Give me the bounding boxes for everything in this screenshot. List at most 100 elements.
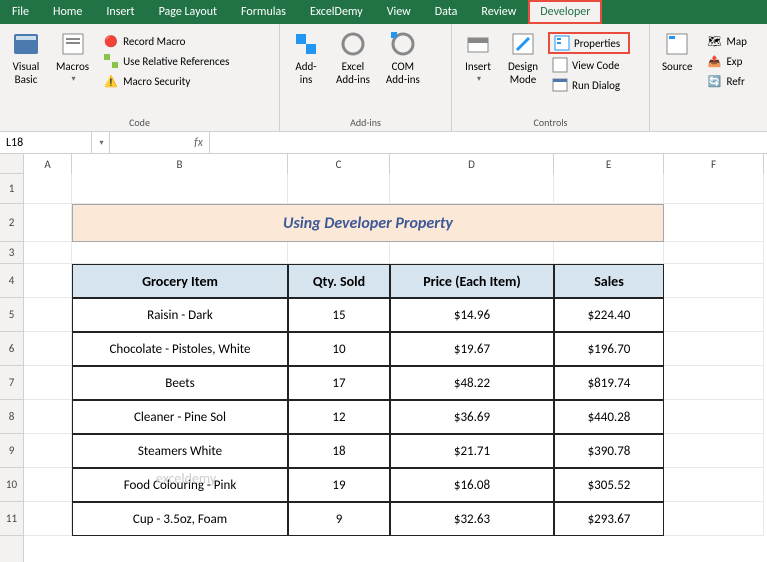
data-cell[interactable]: 9 <box>288 502 390 536</box>
data-cell[interactable]: $305.52 <box>554 468 664 502</box>
addins-icon <box>292 30 320 58</box>
sheet-area: 1 2 3 4 5 6 7 8 9 10 11 Using Developer … <box>0 174 767 562</box>
addins-button[interactable]: Add- ins <box>286 28 326 88</box>
table-header[interactable]: Sales <box>554 264 664 298</box>
data-cell[interactable]: $14.96 <box>390 298 554 332</box>
sheet-title[interactable]: Using Developer Property <box>72 204 664 242</box>
data-cell[interactable]: Steamers White <box>72 434 288 468</box>
data-cell[interactable]: $390.78 <box>554 434 664 468</box>
data-cell[interactable]: Food Colouring - Pink <box>72 468 288 502</box>
map-button[interactable]: 🗺Map <box>702 32 750 50</box>
data-cell[interactable]: $440.28 <box>554 400 664 434</box>
visual-basic-button[interactable]: Visual Basic <box>6 28 46 88</box>
data-cell[interactable]: 18 <box>288 434 390 468</box>
data-cell[interactable]: $19.67 <box>390 332 554 366</box>
expansion-icon: 📤 <box>706 53 722 69</box>
data-cell[interactable]: 17 <box>288 366 390 400</box>
col-header-e[interactable]: E <box>554 154 664 174</box>
controls-group-label: Controls <box>458 114 643 129</box>
row-header-6[interactable]: 6 <box>0 332 23 366</box>
row-header-11[interactable]: 11 <box>0 502 23 536</box>
macros-icon <box>59 30 87 58</box>
col-header-c[interactable]: C <box>288 154 390 174</box>
data-cell[interactable]: $819.74 <box>554 366 664 400</box>
menu-insert[interactable]: Insert <box>94 0 146 24</box>
data-cell[interactable]: 15 <box>288 298 390 332</box>
row-header-10[interactable]: 10 <box>0 468 23 502</box>
view-code-button[interactable]: View Code <box>548 56 630 74</box>
insert-icon <box>464 30 492 58</box>
source-button[interactable]: Source <box>656 28 698 75</box>
row-header-9[interactable]: 9 <box>0 434 23 468</box>
data-cell[interactable]: $48.22 <box>390 366 554 400</box>
table-header[interactable]: Grocery Item <box>72 264 288 298</box>
data-cell[interactable]: 12 <box>288 400 390 434</box>
properties-button[interactable]: Properties <box>548 32 630 54</box>
data-cell[interactable]: Cleaner - Pine Sol <box>72 400 288 434</box>
col-header-b[interactable]: B <box>72 154 288 174</box>
table-header[interactable]: Qty. Sold <box>288 264 390 298</box>
data-cell[interactable]: Cup - 3.5oz, Foam <box>72 502 288 536</box>
col-header-a[interactable]: A <box>24 154 72 174</box>
run-dialog-icon <box>552 77 568 93</box>
row-header-7[interactable]: 7 <box>0 366 23 400</box>
fx-label[interactable]: fx <box>110 132 210 153</box>
row-header-5[interactable]: 5 <box>0 298 23 332</box>
row-header-3[interactable]: 3 <box>0 242 23 264</box>
macros-button[interactable]: Macros ▾ <box>50 28 95 87</box>
source-icon <box>663 30 691 58</box>
row-header-1[interactable]: 1 <box>0 174 23 204</box>
data-cell[interactable]: $16.08 <box>390 468 554 502</box>
name-box[interactable]: L18 <box>0 132 92 153</box>
view-code-icon <box>552 57 568 73</box>
map-icon: 🗺 <box>706 33 722 49</box>
expansion-button[interactable]: 📤Exp <box>702 52 750 70</box>
menu-home[interactable]: Home <box>41 0 94 24</box>
data-cell[interactable]: Chocolate - Pistoles, White <box>72 332 288 366</box>
data-cell[interactable]: 19 <box>288 468 390 502</box>
ribbon-group-controls: Insert ▾ Design Mode Properties View Cod… <box>452 24 650 131</box>
row-header-2[interactable]: 2 <box>0 204 23 242</box>
data-cell[interactable]: $224.40 <box>554 298 664 332</box>
table-header[interactable]: Price (Each Item) <box>390 264 554 298</box>
menu-page-layout[interactable]: Page Layout <box>147 0 229 24</box>
ribbon-group-xml: Source 🗺Map 📤Exp 🔄Refr <box>650 24 765 131</box>
row-header-4[interactable]: 4 <box>0 264 23 298</box>
insert-button[interactable]: Insert ▾ <box>458 28 498 87</box>
macro-security-button[interactable]: ⚠️Macro Security <box>99 72 233 90</box>
menu-view[interactable]: View <box>375 0 423 24</box>
security-icon: ⚠️ <box>103 73 119 89</box>
menu-exceldemy[interactable]: ExcelDemy <box>298 0 375 24</box>
grid[interactable]: Using Developer Property Grocery Item Qt… <box>24 174 767 562</box>
menu-file[interactable]: File <box>0 0 41 24</box>
menu-review[interactable]: Review <box>469 0 528 24</box>
col-header-d[interactable]: D <box>390 154 554 174</box>
row-header-8[interactable]: 8 <box>0 400 23 434</box>
record-macro-button[interactable]: 🔴Record Macro <box>99 32 233 50</box>
com-addins-button[interactable]: COM Add-ins <box>380 28 426 88</box>
formula-input[interactable] <box>210 132 767 153</box>
data-cell[interactable]: $21.71 <box>390 434 554 468</box>
menu-formulas[interactable]: Formulas <box>229 0 298 24</box>
row-headers: 1 2 3 4 5 6 7 8 9 10 11 <box>0 174 24 562</box>
run-dialog-button[interactable]: Run Dialog <box>548 76 630 94</box>
refresh-icon: 🔄 <box>706 73 722 89</box>
data-cell[interactable]: 10 <box>288 332 390 366</box>
data-cell[interactable]: Raisin - Dark <box>72 298 288 332</box>
refresh-button[interactable]: 🔄Refr <box>702 72 750 90</box>
data-cell[interactable]: $36.69 <box>390 400 554 434</box>
select-all-corner[interactable] <box>0 154 24 174</box>
col-header-f[interactable]: F <box>664 154 764 174</box>
use-relative-button[interactable]: Use Relative References <box>99 52 233 70</box>
dropdown-icon: ▾ <box>72 75 76 85</box>
data-cell[interactable]: $32.63 <box>390 502 554 536</box>
menu-data[interactable]: Data <box>423 0 470 24</box>
data-cell[interactable]: $293.67 <box>554 502 664 536</box>
data-cell[interactable]: $196.70 <box>554 332 664 366</box>
design-mode-button[interactable]: Design Mode <box>502 28 544 88</box>
data-cell[interactable]: Beets <box>72 366 288 400</box>
excel-addins-button[interactable]: Excel Add-ins <box>330 28 376 88</box>
menu-developer[interactable]: Developer <box>528 0 602 24</box>
name-box-dropdown[interactable]: ▾ <box>92 132 110 153</box>
relative-icon <box>103 53 119 69</box>
